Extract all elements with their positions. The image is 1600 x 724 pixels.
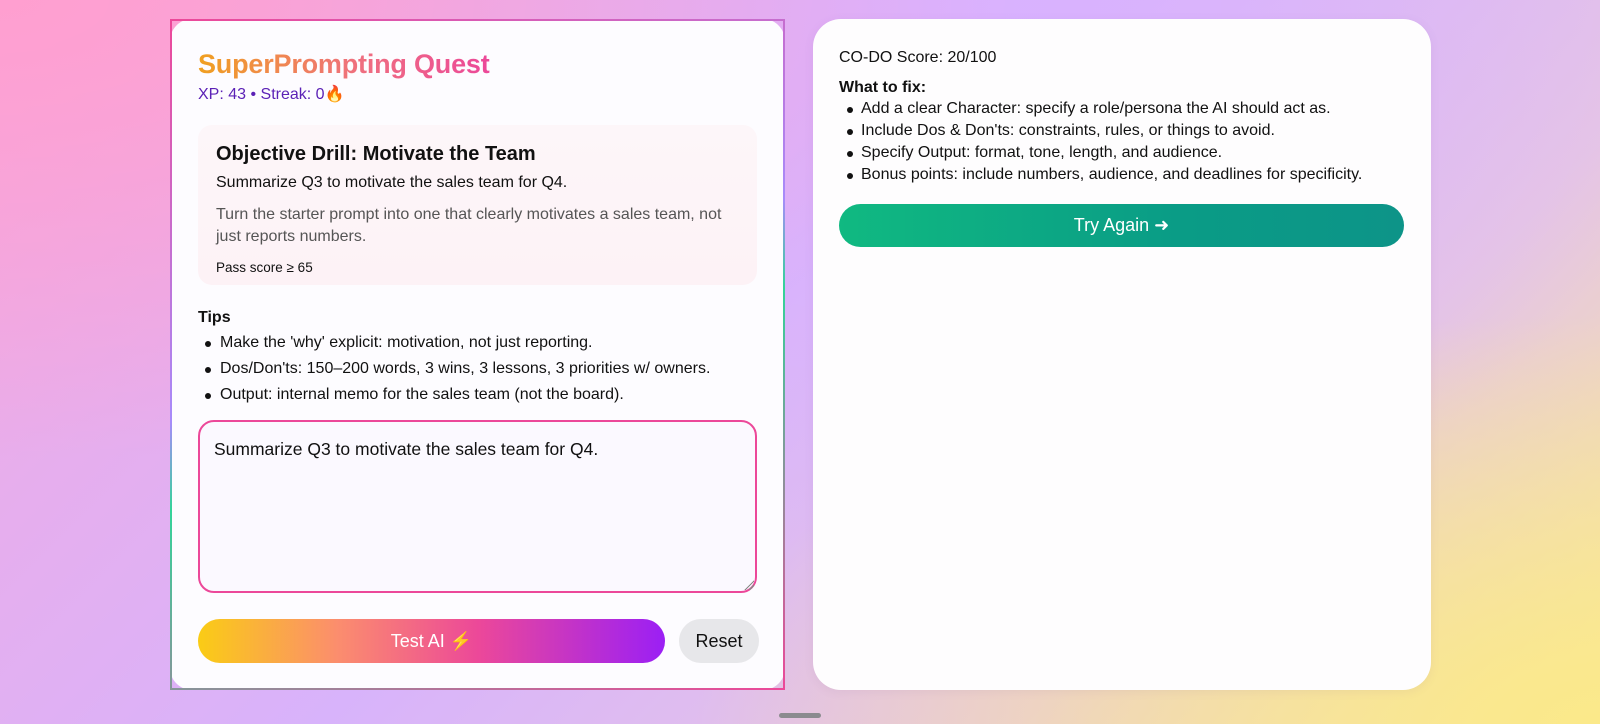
tips-list: Make the 'why' explicit: motivation, not… <box>204 330 710 408</box>
tip-item: Output: internal memo for the sales team… <box>204 382 710 408</box>
prompt-input[interactable]: Summarize Q3 to motivate the sales team … <box>198 420 757 593</box>
tips-heading: Tips <box>198 309 231 326</box>
fix-list: Add a clear Character: specify a role/pe… <box>846 98 1362 186</box>
drill-card: Objective Drill: Motivate the Team Summa… <box>198 125 757 285</box>
app-title: SuperPrompting Quest <box>198 49 490 79</box>
quest-panel: SuperPrompting Quest XP: 43 • Streak: 0🔥… <box>170 19 785 690</box>
fix-item: Include Dos & Don'ts: constraints, rules… <box>846 120 1362 142</box>
test-ai-button[interactable]: Test AI ⚡ <box>198 619 665 663</box>
what-to-fix-heading: What to fix: <box>839 79 927 96</box>
fix-item: Specify Output: format, tone, length, an… <box>846 142 1362 164</box>
results-panel: CO-DO Score: 20/100 What to fix: Add a c… <box>813 19 1431 690</box>
drill-description: Turn the starter prompt into one that cl… <box>216 206 722 245</box>
xp-streak-stats: XP: 43 • Streak: 0🔥 <box>198 86 345 103</box>
pass-score: Pass score ≥ 65 <box>216 260 313 275</box>
resize-handle-icon[interactable] <box>744 580 754 590</box>
co-do-score: CO-DO Score: 20/100 <box>839 49 997 66</box>
home-indicator[interactable] <box>779 713 821 718</box>
fix-item: Add a clear Character: specify a role/pe… <box>846 98 1362 120</box>
try-again-button[interactable]: Try Again ➜ <box>839 204 1404 247</box>
drill-starter-prompt: Summarize Q3 to motivate the sales team … <box>216 174 568 191</box>
tip-item: Dos/Don'ts: 150–200 words, 3 wins, 3 les… <box>204 356 710 382</box>
reset-button[interactable]: Reset <box>679 619 759 663</box>
drill-title: Objective Drill: Motivate the Team <box>216 143 536 165</box>
tip-item: Make the 'why' explicit: motivation, not… <box>204 330 710 356</box>
fix-item: Bonus points: include numbers, audience,… <box>846 164 1362 186</box>
